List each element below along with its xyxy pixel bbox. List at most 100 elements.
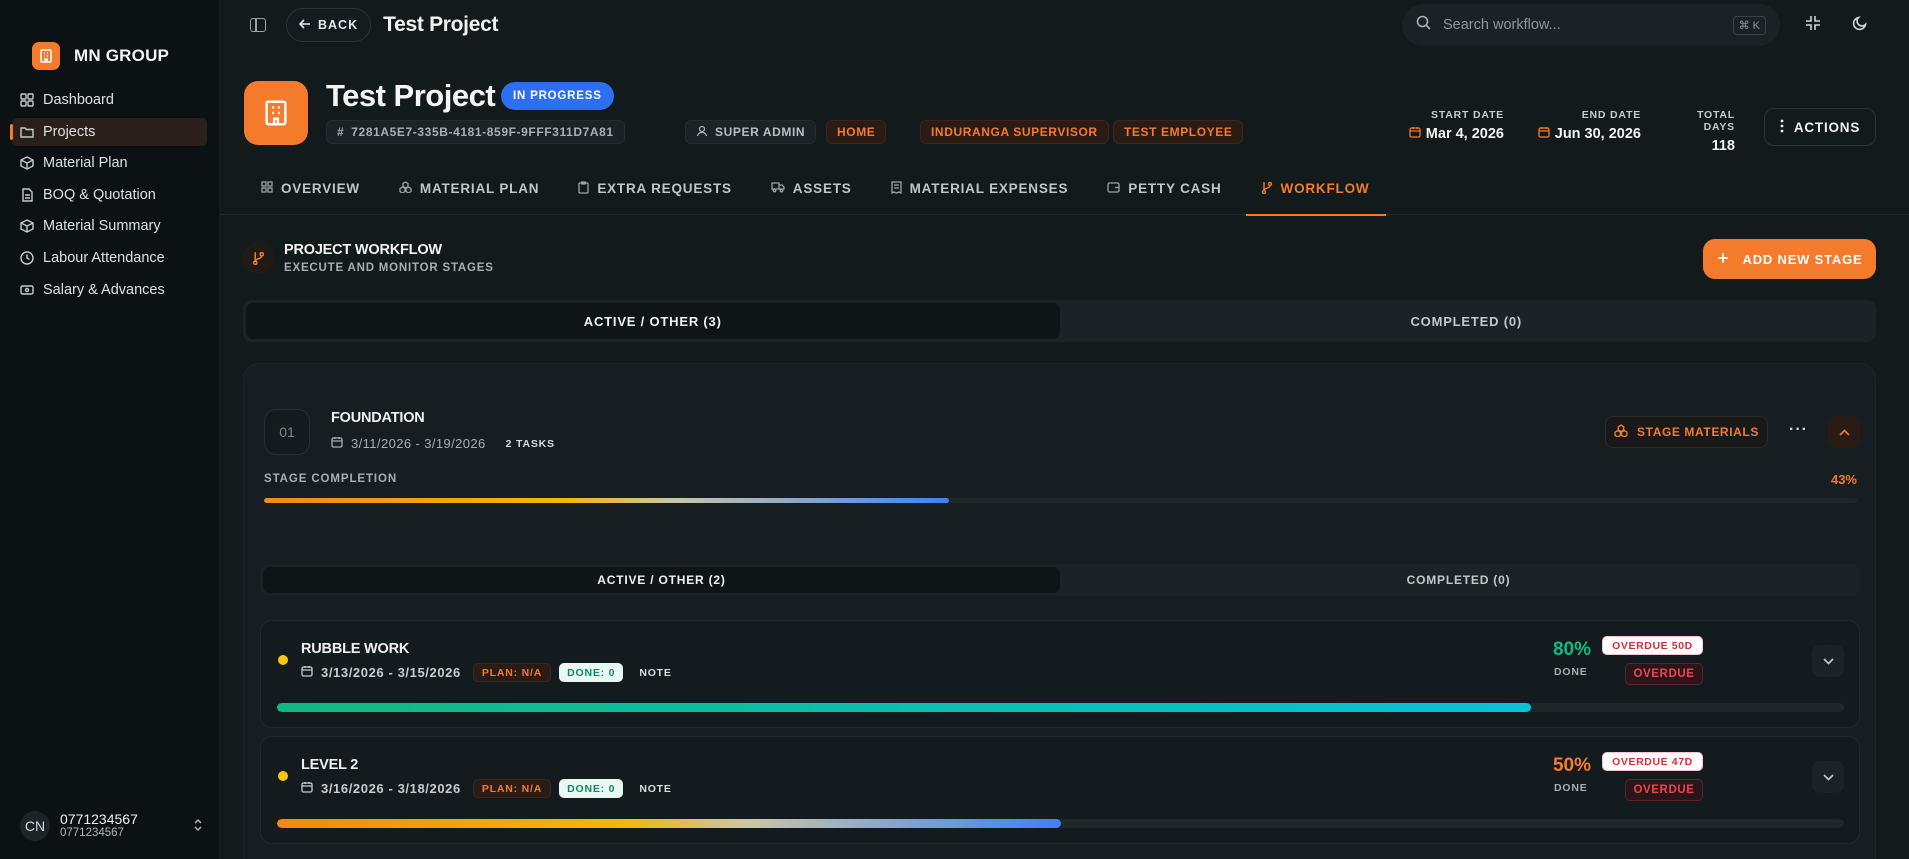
sidebar-item-boq-quotation[interactable]: BOQ & Quotation xyxy=(12,181,207,209)
sidebar-item-label: Salary & Advances xyxy=(43,281,165,298)
task-name: RUBBLE WORK xyxy=(301,641,410,657)
done-badge: DONE: 0 xyxy=(559,663,624,682)
tab-active-stages[interactable]: ACTIVE / OTHER (3) xyxy=(246,303,1060,339)
tab-completed-tasks[interactable]: COMPLETED (0) xyxy=(1060,567,1857,593)
end-date-label: END DATE xyxy=(1581,109,1641,121)
calendar-icon xyxy=(331,436,343,451)
receipt-icon xyxy=(890,180,902,197)
tab-extra-requests[interactable]: EXTRA REQUESTS xyxy=(577,162,732,215)
overdue-badge: OVERDUE xyxy=(1625,779,1703,801)
app-root: MN GROUP Dashboard Projects Material Pla… xyxy=(0,0,1909,859)
task-progress-fill xyxy=(277,703,1531,712)
expand-task-button[interactable] xyxy=(1812,645,1844,677)
status-dot xyxy=(278,771,288,781)
tab-active-tasks[interactable]: ACTIVE / OTHER (2) xyxy=(263,567,1060,593)
document-icon xyxy=(20,188,34,202)
more-horizontal-icon[interactable]: ··· xyxy=(1789,421,1808,439)
task-progress-track xyxy=(277,819,1844,828)
project-header: Test Project IN PROGRESS # 7281A5E7-335B… xyxy=(220,50,1909,162)
stage-card: 01 FOUNDATION 3/11/2026 - 3/19/2026 2 TA… xyxy=(243,363,1876,859)
search-icon xyxy=(1416,15,1431,35)
sidebar-item-material-summary[interactable]: Material Summary xyxy=(12,212,207,240)
tab-assets[interactable]: ASSETS xyxy=(770,162,853,215)
tab-material-expenses[interactable]: MATERIAL EXPENSES xyxy=(890,162,1070,215)
expand-task-button[interactable] xyxy=(1812,761,1844,793)
sidebar-item-label: Material Summary xyxy=(43,218,161,235)
tab-label: EXTRA REQUESTS xyxy=(597,181,732,196)
plus-icon xyxy=(1717,252,1729,267)
minimize-icon[interactable] xyxy=(1805,15,1821,36)
project-id: 7281A5E7-335B-4181-859F-9FFF311D7A81 xyxy=(351,125,614,139)
task-card[interactable]: RUBBLE WORK 3/13/2026 - 3/15/2026 PLAN: … xyxy=(260,620,1860,728)
user-menu[interactable]: CN 0771234567 0771234567 xyxy=(12,801,207,851)
task-dates: 3/13/2026 - 3/15/2026 xyxy=(321,665,461,680)
back-button[interactable]: BACK xyxy=(286,8,372,42)
stage-materials-button[interactable]: STAGE MATERIALS xyxy=(1605,416,1768,448)
task-meta: 3/16/2026 - 3/18/2026 PLAN: N/A DONE: 0 … xyxy=(301,779,672,798)
end-date-value: Jun 30, 2026 xyxy=(1554,126,1641,142)
sidebar-item-label: Labour Attendance xyxy=(43,249,165,266)
overdue-days-badge: OVERDUE 47D xyxy=(1602,752,1703,771)
stage-dates: 3/11/2026 - 3/19/2026 xyxy=(351,436,486,451)
search-shortcut: ⌘ K xyxy=(1732,15,1766,35)
sidebar-item-label: Material Plan xyxy=(43,155,128,172)
tab-material-plan[interactable]: MATERIAL PLAN xyxy=(398,162,540,215)
tab-workflow[interactable]: WORKFLOW xyxy=(1245,162,1387,216)
note-link[interactable]: NOTE xyxy=(639,783,671,795)
tab-label: ASSETS xyxy=(792,181,852,196)
collapse-stage-button[interactable] xyxy=(1828,416,1860,448)
sidebar-item-projects[interactable]: Projects xyxy=(10,117,207,146)
search-input[interactable]: Search workflow... xyxy=(1443,17,1721,33)
moon-icon[interactable] xyxy=(1852,15,1868,36)
actions-label: ACTIONS xyxy=(1793,119,1861,135)
total-days-label: TOTAL DAYS xyxy=(1696,109,1735,133)
stage-materials-label: STAGE MATERIALS xyxy=(1637,425,1759,439)
task-done-label: DONE xyxy=(1554,666,1588,678)
building-icon xyxy=(32,42,60,70)
workflow-subtitle: EXECUTE AND MONITOR STAGES xyxy=(284,262,494,274)
overdue-days-badge: OVERDUE 50D xyxy=(1602,636,1703,655)
task-card[interactable]: LEVEL 2 3/16/2026 - 3/18/2026 PLAN: N/A … xyxy=(260,736,1860,844)
back-label: BACK xyxy=(318,18,359,32)
chevrons-up-down-icon xyxy=(193,818,203,834)
calendar-icon xyxy=(301,781,313,796)
sidebar-item-dashboard[interactable]: Dashboard xyxy=(12,86,207,114)
actions-button[interactable]: ACTIONS xyxy=(1764,108,1876,146)
tab-label: PETTY CASH xyxy=(1128,181,1222,196)
package-icon xyxy=(20,156,34,170)
calendar-icon xyxy=(1538,126,1550,142)
tab-label: MATERIAL PLAN xyxy=(419,181,540,196)
wallet-icon xyxy=(20,283,34,297)
sidebar-item-salary-advances[interactable]: Salary & Advances xyxy=(12,276,207,304)
boxes-icon xyxy=(399,181,412,196)
stage-completion-label: STAGE COMPLETION xyxy=(264,473,398,485)
user-icon xyxy=(696,125,708,140)
user-sub: 0771234567 xyxy=(60,827,124,839)
task-done-label: DONE xyxy=(1554,782,1588,794)
project-tabs: OVERVIEW MATERIAL PLAN EXTRA REQUESTS AS… xyxy=(220,162,1909,216)
sidebar-item-labour-attendance[interactable]: Labour Attendance xyxy=(12,244,207,272)
task-meta: 3/13/2026 - 3/15/2026 PLAN: N/A DONE: 0 … xyxy=(301,663,672,682)
tab-overview[interactable]: OVERVIEW xyxy=(260,162,361,215)
status-dot xyxy=(278,655,288,665)
project-title: Test Project xyxy=(326,78,496,113)
stage-completion-pct: 43% xyxy=(1830,472,1857,487)
calendar-icon xyxy=(301,665,313,680)
total-days: TOTAL DAYS 118 xyxy=(1665,109,1735,154)
add-stage-button[interactable]: ADD NEW STAGE xyxy=(1703,239,1876,279)
sidebar-item-material-plan[interactable]: Material Plan xyxy=(12,149,207,177)
project-id-chip[interactable]: # 7281A5E7-335B-4181-859F-9FFF311D7A81 xyxy=(326,120,625,144)
tab-completed-stages[interactable]: COMPLETED (0) xyxy=(1060,303,1874,339)
search-bar[interactable]: Search workflow... ⌘ K xyxy=(1402,4,1780,46)
note-link[interactable]: NOTE xyxy=(639,667,671,679)
stage-number: 01 xyxy=(264,409,310,455)
git-branch-icon xyxy=(242,242,274,274)
truck-icon xyxy=(771,181,785,196)
tab-label: OVERVIEW xyxy=(281,181,360,196)
tab-petty-cash[interactable]: PETTY CASH xyxy=(1106,162,1222,215)
brand[interactable]: MN GROUP xyxy=(0,0,219,84)
building-icon xyxy=(244,81,308,145)
grid-icon xyxy=(261,181,273,196)
role-label: SUPER ADMIN xyxy=(715,125,806,139)
sidebar-toggle-icon[interactable] xyxy=(250,18,266,32)
